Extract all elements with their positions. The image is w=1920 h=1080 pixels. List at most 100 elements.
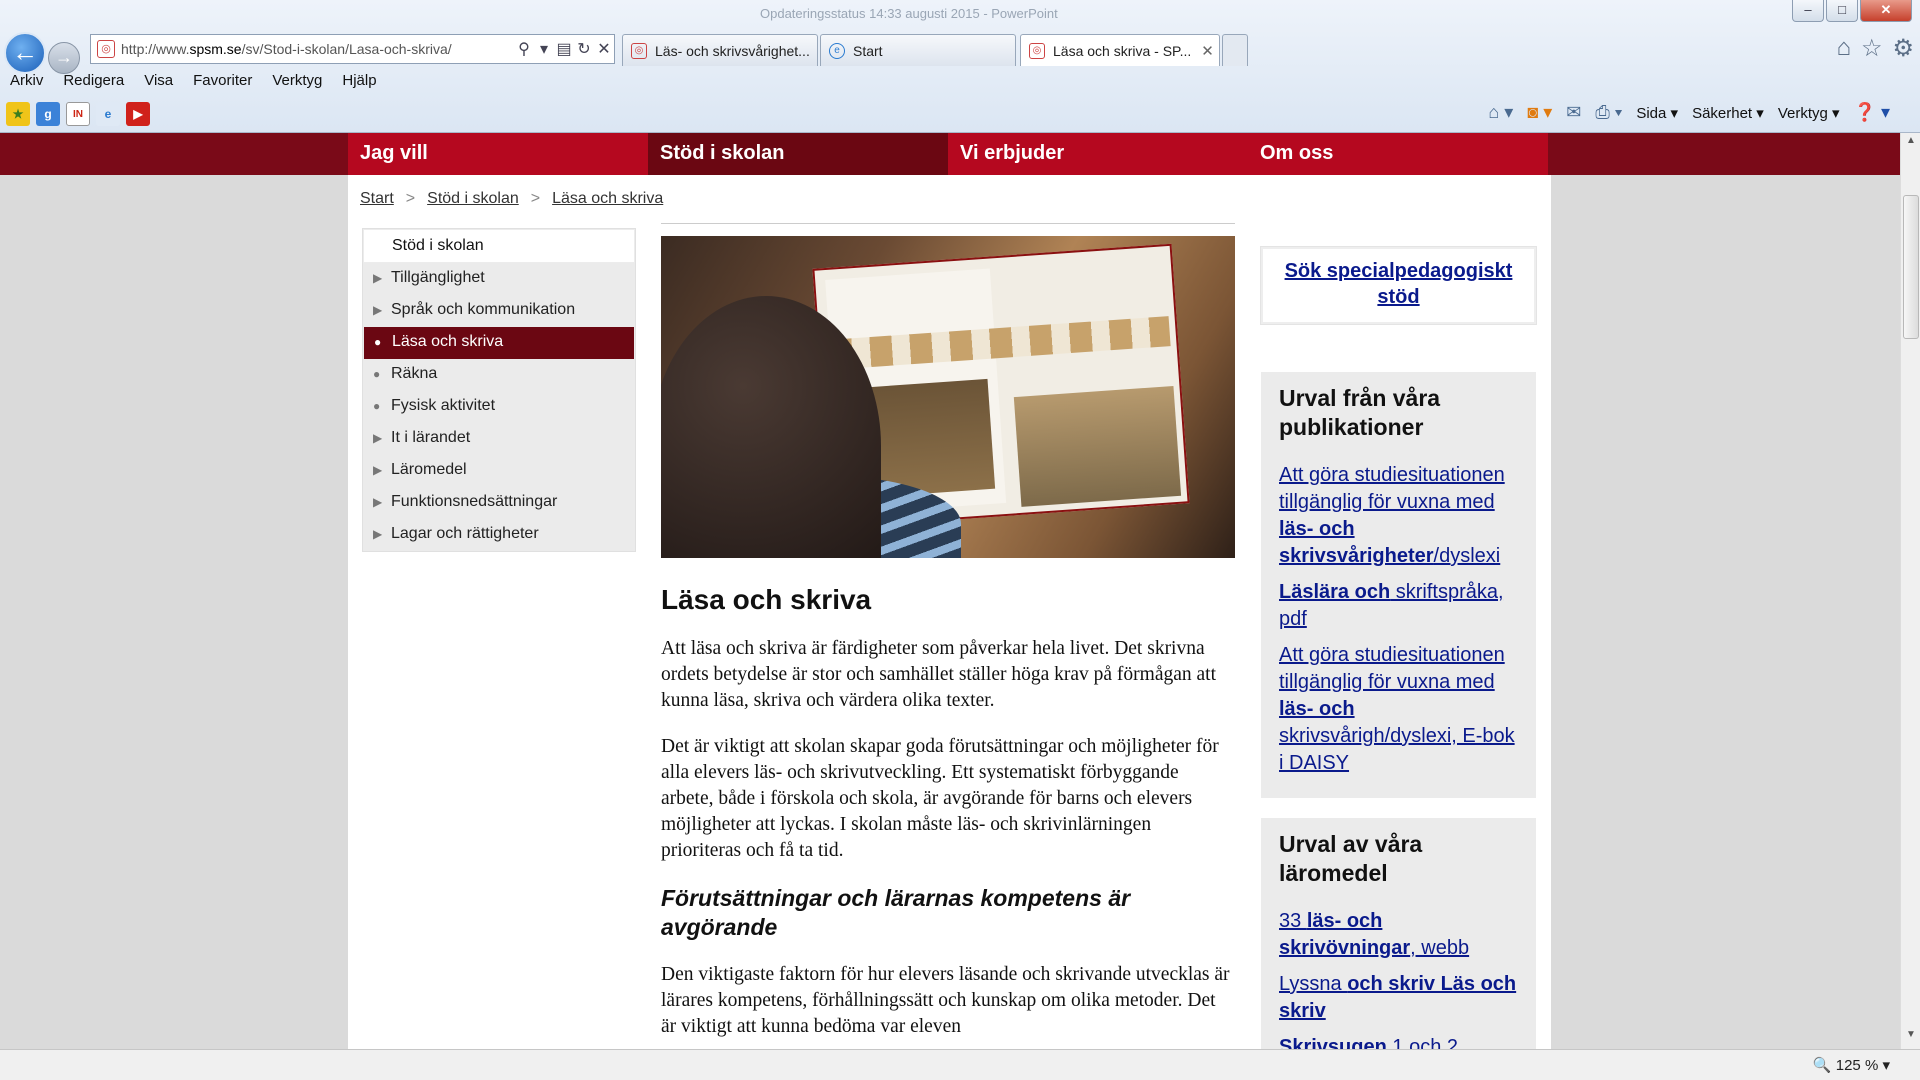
news-site-icon[interactable]: IN — [66, 102, 90, 126]
menu-verktyg[interactable]: Verktyg — [262, 72, 332, 94]
breadcrumb-lasa-och-skriva[interactable]: Läsa och skriva — [552, 190, 663, 208]
menu-redigera[interactable]: Redigera — [53, 72, 134, 94]
read-mail-icon[interactable]: ✉ — [1566, 102, 1581, 123]
settings-gear-icon[interactable]: ⚙ — [1892, 34, 1914, 63]
article-paragraph: Den viktigaste faktorn för hur elevers l… — [661, 964, 1230, 1037]
scroll-down-arrow-icon[interactable]: ▼ — [1901, 1029, 1920, 1047]
menu-favoriter[interactable]: Favoriter — [183, 72, 262, 94]
publication-link[interactable]: Läslära och skriftspråka, pdf — [1279, 579, 1518, 633]
sidebar-item-lagar-och-rattigheter[interactable]: ▶ Lagar och rättigheter — [363, 519, 635, 551]
forward-button[interactable]: → — [48, 42, 80, 74]
nav-stod-i-skolan[interactable]: Stöd i skolan — [648, 133, 948, 175]
home-icon[interactable]: ⌂ — [1836, 34, 1851, 63]
search-support-link[interactable]: Sök specialpedagogiskt stöd — [1285, 260, 1513, 308]
google-icon[interactable]: g — [36, 102, 60, 126]
breadcrumb-stod-i-skolan[interactable]: Stöd i skolan — [427, 190, 519, 208]
tab-label: Läsa och skriva - SP... — [1053, 42, 1192, 59]
teaching-materials-heading: Urval av våra läromedel — [1279, 831, 1423, 886]
sidebar-item-label: Tillgänglighet — [391, 269, 485, 286]
expand-arrow-icon: ▶ — [373, 271, 383, 285]
nav-jag-vill[interactable]: Jag vill — [348, 133, 648, 175]
back-button[interactable]: ← — [4, 32, 46, 74]
vertical-scrollbar[interactable]: ▲ ▼ — [1900, 133, 1920, 1049]
teaching-materials-box: Urval av våra läromedel 33 läs- och skri… — [1261, 818, 1536, 1049]
zoom-control[interactable]: 🔍 125 % ▾ — [1813, 1056, 1890, 1074]
breadcrumb-start[interactable]: Start — [360, 190, 394, 208]
tab-label: Läs- och skrivsvårighet... — [655, 42, 810, 59]
tools-menu[interactable]: Verktyg ▾ — [1778, 104, 1840, 122]
sidebar-item-sprak-och-kommunikation[interactable]: ▶ Språk och kommunikation — [363, 295, 635, 327]
address-bar[interactable]: ◎ http://www.spsm.se/sv/Stod-i-skolan/La… — [90, 34, 615, 64]
site-top-navigation: Jag vill Stöd i skolan Vi erbjuder Om os… — [0, 133, 1900, 175]
teaching-material-link[interactable]: 33 läs- och skrivövningar, webb — [1279, 908, 1518, 962]
publications-box: Urval från våra publikationer Att göra s… — [1261, 372, 1536, 798]
content-divider — [661, 223, 1235, 224]
sidebar-item-label: Fysisk aktivitet — [391, 397, 496, 414]
maximize-button[interactable]: □ — [1826, 0, 1858, 22]
search-support-box: Sök specialpedagogiskt stöd — [1261, 247, 1536, 324]
nav-om-oss[interactable]: Om oss — [1248, 133, 1548, 175]
search-icon[interactable]: ⚲ — [514, 39, 534, 59]
safety-menu[interactable]: Säkerhet ▾ — [1692, 104, 1764, 122]
sidebar-item-label: Läromedel — [391, 461, 467, 478]
scrollbar-thumb[interactable] — [1903, 195, 1919, 339]
favorites-star-icon[interactable]: ☆ — [1861, 34, 1883, 63]
sidebar-item-tillganglighet[interactable]: ▶ Tillgänglighet — [363, 263, 635, 295]
scroll-up-arrow-icon[interactable]: ▲ — [1901, 135, 1920, 153]
bullet-icon: ● — [374, 335, 382, 349]
breadcrumb-separator: > — [530, 190, 541, 207]
window-controls: – □ ✕ — [1792, 0, 1912, 22]
publication-link[interactable]: Att göra studiesituationen tillgänglig f… — [1279, 642, 1518, 777]
sidebar-item-label: Räkna — [391, 365, 438, 382]
sidebar-item-laromedel[interactable]: ▶ Läromedel — [363, 455, 635, 487]
menu-visa[interactable]: Visa — [134, 72, 183, 94]
sidebar-item-fysisk-aktivitet[interactable]: ● Fysisk aktivitet — [363, 391, 635, 423]
tab-start[interactable]: e Start — [820, 34, 1016, 66]
sidebar-item-label: It i lärandet — [391, 429, 471, 446]
sidebar-item-lasa-och-skriva[interactable]: ● Läsa och skriva — [364, 327, 634, 359]
publication-link[interactable]: Att göra studiesituationen tillgänglig f… — [1279, 462, 1518, 570]
close-tab-icon[interactable]: ✕ — [1201, 42, 1214, 60]
teaching-material-link[interactable]: Skrivsugen 1 och 2, — [1279, 1034, 1518, 1049]
zoom-level: 125 % — [1835, 1057, 1879, 1074]
ie-site-icon[interactable]: e — [96, 102, 120, 126]
sidebar-item-it-i-larandet[interactable]: ▶ It i lärandet — [363, 423, 635, 455]
minimize-button[interactable]: – — [1792, 0, 1824, 22]
favorites-bar: ★ g IN e ▶ — [6, 102, 150, 126]
add-favorite-icon[interactable]: ★ — [6, 102, 30, 126]
refresh-icon[interactable]: ↻ — [574, 39, 594, 59]
help-icon[interactable]: ❓ ▾ — [1854, 102, 1890, 123]
site-favicon-icon: ◎ — [97, 40, 115, 58]
home-page-icon[interactable]: ⌂ ▾ — [1488, 102, 1513, 123]
address-url[interactable]: http://www.spsm.se/sv/Stod-i-skolan/Lasa… — [121, 41, 514, 57]
compatibility-view-icon[interactable]: ▤ — [554, 39, 574, 59]
bullet-icon: ● — [373, 399, 381, 413]
youtube-icon[interactable]: ▶ — [126, 102, 150, 126]
feeds-icon[interactable]: ◙ ▾ — [1527, 102, 1552, 123]
bullet-icon: ● — [373, 367, 381, 381]
section-menu-heading[interactable]: Stöd i skolan — [363, 229, 635, 263]
sidebar-item-label: Lagar och rättigheter — [391, 525, 539, 542]
tab-favicon-icon: ◎ — [1029, 42, 1045, 59]
expand-arrow-icon: ▶ — [373, 527, 383, 541]
sidebar-item-rakna[interactable]: ● Räkna — [363, 359, 635, 391]
tab-favicon-icon: ◎ — [631, 42, 647, 59]
print-icon[interactable]: ⎙ ▾ — [1595, 102, 1622, 123]
stop-icon[interactable]: ✕ — [594, 39, 614, 59]
sidebar-item-funktionsnedsattningar[interactable]: ▶ Funktionsnedsättningar — [363, 487, 635, 519]
tab-lasochskriv[interactable]: ◎ Läs- och skrivsvårighet... — [622, 34, 818, 66]
new-tab-button[interactable] — [1222, 34, 1248, 66]
expand-arrow-icon: ▶ — [373, 495, 383, 509]
menu-arkiv[interactable]: Arkiv — [0, 72, 53, 94]
menu-hjalp[interactable]: Hjälp — [332, 72, 386, 94]
nav-vi-erbjuder[interactable]: Vi erbjuder — [948, 133, 1248, 175]
article-subheading: Förutsättningar och lärarnas kompetens ä… — [661, 885, 1131, 940]
browser-right-commands: ⌂ ☆ ⚙ — [1836, 34, 1914, 63]
tab-lasa-och-skriva[interactable]: ◎ Läsa och skriva - SP... ✕ — [1020, 34, 1220, 66]
close-window-button[interactable]: ✕ — [1860, 0, 1912, 22]
dropdown-arrow-icon[interactable]: ▾ — [534, 39, 554, 59]
expand-arrow-icon: ▶ — [373, 463, 383, 477]
navigation-row: ← → ◎ http://www.spsm.se/sv/Stod-i-skola… — [0, 30, 1920, 74]
page-menu[interactable]: Sida ▾ — [1636, 104, 1678, 122]
teaching-material-link[interactable]: Lyssna och skriv Läs och skriv — [1279, 971, 1518, 1025]
